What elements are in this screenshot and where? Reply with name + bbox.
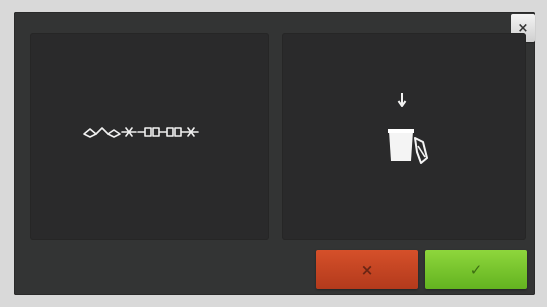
bobbin-case-icon: [388, 129, 428, 164]
down-arrow-icon: [397, 93, 407, 107]
confirm-button[interactable]: ✓: [425, 250, 527, 289]
stitch-pattern-icon: [83, 127, 199, 138]
cancel-button[interactable]: ×: [316, 250, 418, 289]
cancel-icon: ×: [360, 260, 374, 279]
checkmark-icon: ✓: [469, 260, 483, 279]
